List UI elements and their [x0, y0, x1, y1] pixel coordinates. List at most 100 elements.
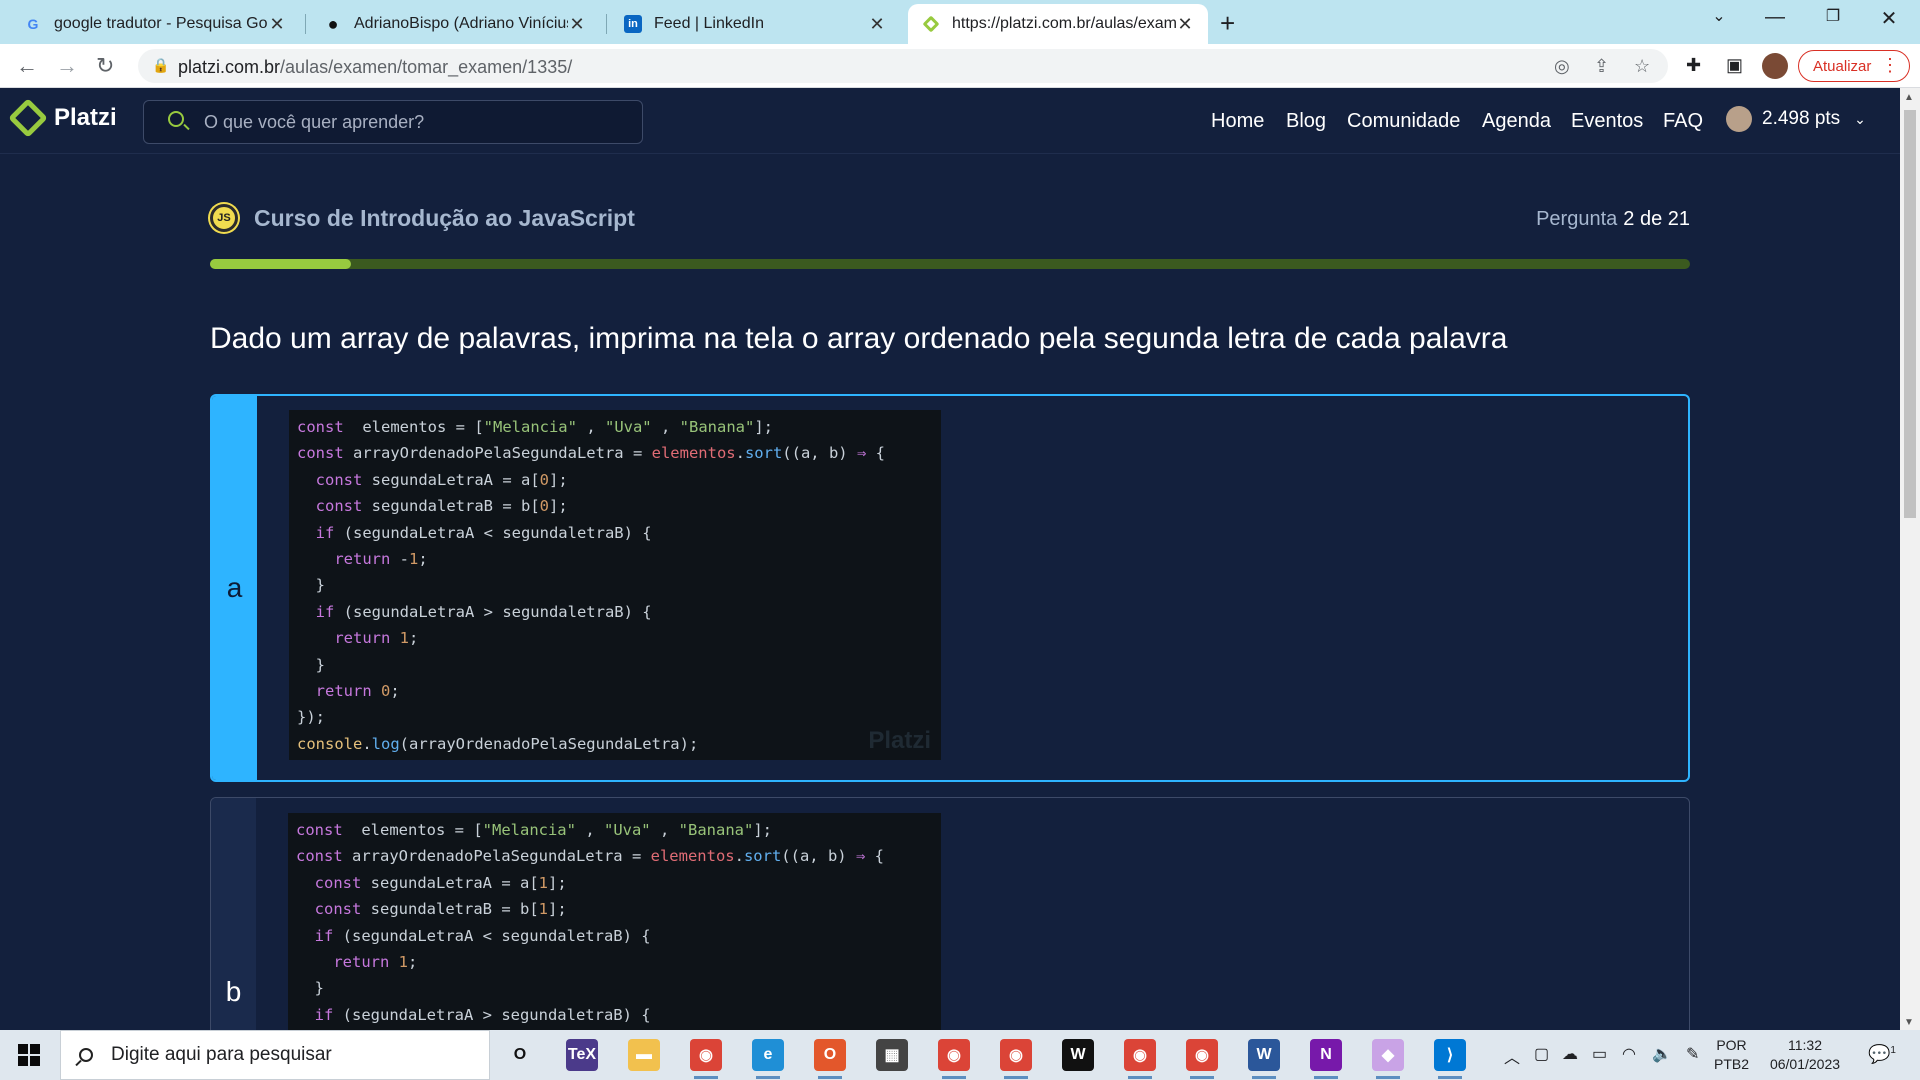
nav-home[interactable]: Home [1211, 110, 1264, 133]
minimize-icon[interactable]: — [1752, 6, 1798, 29]
pen-icon[interactable]: ✎ [1686, 1044, 1699, 1064]
option-letter: b [211, 798, 256, 1056]
onenote-icon[interactable]: N [1310, 1039, 1342, 1079]
bookmark-star-icon[interactable]: ☆ [1634, 56, 1650, 77]
linkedin-icon: in [624, 15, 642, 33]
search-icon [79, 1048, 93, 1062]
browser-tab-active[interactable]: https://platzi.com.br/aulas/exam ✕ [908, 4, 1208, 44]
language-code: POR [1716, 1037, 1747, 1053]
chrome-profile-icon[interactable]: ◉ [1124, 1039, 1156, 1079]
side-panel-icon[interactable]: ▣ [1726, 55, 1743, 76]
share-icon[interactable]: ⇪ [1594, 56, 1609, 77]
nav-agenda[interactable]: Agenda [1482, 110, 1551, 133]
close-window-icon[interactable]: ✕ [1866, 6, 1912, 31]
browser-tab[interactable]: in Feed | LinkedIn ✕ [610, 4, 900, 44]
language-indicator[interactable]: POR PTB2 [1714, 1036, 1749, 1074]
code-line: console.log(arrayOrdenadoPelaSegundaLetr… [297, 734, 699, 753]
wifi-icon[interactable]: ◠ [1622, 1044, 1636, 1064]
calculator-icon[interactable]: ▦ [876, 1039, 908, 1071]
progress-fill [210, 259, 351, 269]
show-hidden-icons[interactable]: ︿ [1504, 1044, 1520, 1068]
wattpad-icon[interactable]: W [1062, 1039, 1094, 1071]
scrollbar-thumb[interactable] [1904, 110, 1916, 518]
platzi-watermark: Platzi [868, 726, 931, 754]
tab-search-icon[interactable]: ⌄ [1696, 6, 1742, 26]
battery-icon[interactable]: ▭ [1592, 1044, 1607, 1064]
answer-option-a[interactable]: a const elementos = ["Melancia" , "Uva" … [210, 394, 1690, 782]
close-tab-icon[interactable]: ✕ [1176, 14, 1194, 35]
nav-eventos[interactable]: Eventos [1571, 110, 1643, 133]
code-line: } [297, 576, 325, 595]
chevron-down-icon: ⌄ [1854, 110, 1866, 127]
code-line: const arrayOrdenadoPelaSegundaLetra = el… [296, 847, 884, 866]
code-line: return 1; [334, 629, 419, 648]
chrome-profile-icon[interactable]: ◉ [1000, 1039, 1032, 1079]
url-field[interactable]: 🔒 platzi.com.br/aulas/examen/tomar_exame… [138, 49, 1668, 83]
extensions-icon[interactable]: ✚ [1686, 55, 1701, 76]
platzi-logo[interactable]: Platzi [8, 98, 117, 138]
word-icon[interactable]: W [1248, 1039, 1280, 1079]
question-counter: Pergunta 2 de 21 [1536, 208, 1690, 231]
system-clock[interactable]: 11:32 06/01/2023 [1765, 1036, 1845, 1074]
meet-now-icon[interactable]: ▢ [1534, 1044, 1549, 1064]
scroll-up-icon[interactable]: ▲ [1904, 92, 1914, 103]
code-line: const segundaLetraA = a[0]; [315, 470, 568, 489]
answer-option-b[interactable]: b const elementos = ["Melancia" , "Uva" … [210, 797, 1690, 1057]
close-tab-icon[interactable]: ✕ [268, 14, 286, 35]
nav-comunidade[interactable]: Comunidade [1347, 110, 1460, 133]
profile-avatar[interactable] [1762, 53, 1788, 79]
tracking-eye-off-icon[interactable]: ◎ [1554, 56, 1570, 77]
page-scrollbar[interactable]: ▲ ▼ [1900, 88, 1920, 1030]
git-kraken-icon[interactable]: ◆ [1372, 1039, 1404, 1079]
restore-icon[interactable]: ❐ [1810, 6, 1856, 26]
browser-tab[interactable]: ● AdrianoBispo (Adriano Vinícius B ✕ [310, 4, 600, 44]
taskbar-search[interactable]: Digite aqui para pesquisar [60, 1030, 490, 1080]
code-line: const elementos = ["Melancia" , "Uva" , … [297, 418, 773, 436]
windows-taskbar: Digite aqui para pesquisar O TeX ▬ ◉ e O ▦ ◉ ◉ W ◉… [0, 1030, 1920, 1080]
clock-date: 06/01/2023 [1769, 1056, 1841, 1072]
notifications-icon[interactable]: 💬1 [1868, 1044, 1896, 1065]
tab-title: google tradutor - Pesquisa Goog [54, 15, 268, 32]
onedrive-icon[interactable]: ☁ [1562, 1044, 1578, 1064]
reload-icon[interactable]: ↻ [96, 53, 114, 79]
search-icon [168, 111, 184, 127]
forward-icon[interactable]: → [56, 53, 78, 79]
update-button[interactable]: Atualizar ⋮ [1798, 50, 1910, 82]
course-header: JS Curso de Introdução ao JavaScript [210, 204, 635, 232]
windows-start-icon[interactable] [18, 1044, 40, 1066]
close-tab-icon[interactable]: ✕ [568, 14, 586, 35]
site-search [143, 100, 643, 144]
code-line: } [296, 979, 324, 998]
user-menu[interactable]: 2.498 pts ⌄ [1726, 106, 1866, 132]
back-icon[interactable]: ← [16, 53, 38, 79]
code-line: return 0; [315, 682, 400, 701]
task-view-icon[interactable]: O [504, 1039, 536, 1071]
nav-blog[interactable]: Blog [1286, 110, 1326, 133]
browser-tab[interactable]: G google tradutor - Pesquisa Goog ✕ [10, 4, 300, 44]
chrome-profile-icon[interactable]: ◉ [938, 1039, 970, 1079]
menu-kebab-icon[interactable]: ⋮ [1881, 55, 1899, 76]
code-line: }); [297, 708, 325, 727]
tab-title: Feed | LinkedIn [654, 15, 765, 32]
office-icon[interactable]: O [814, 1039, 846, 1079]
close-tab-icon[interactable]: ✕ [868, 14, 886, 35]
code-line: const segundaletraB = b[1]; [314, 900, 567, 919]
texstudio-icon[interactable]: TeX [566, 1039, 598, 1071]
chrome-profile-icon[interactable]: ◉ [1186, 1039, 1218, 1079]
chrome-icon[interactable]: ◉ [690, 1039, 722, 1079]
nav-faq[interactable]: FAQ [1663, 110, 1703, 133]
vscode-icon[interactable]: ⟩ [1434, 1039, 1466, 1079]
search-input[interactable] [204, 111, 624, 133]
code-line: const elementos = ["Melancia" , "Uva" , … [296, 821, 772, 839]
counter-label: Pergunta [1536, 208, 1618, 230]
github-icon: ● [327, 13, 339, 34]
scroll-down-icon[interactable]: ▼ [1904, 1017, 1914, 1028]
file-explorer-icon[interactable]: ▬ [628, 1039, 660, 1071]
new-tab-icon[interactable]: + [1220, 8, 1235, 39]
user-avatar [1726, 106, 1752, 132]
counter-value: 2 de 21 [1623, 208, 1690, 230]
edge-icon[interactable]: e [752, 1039, 784, 1079]
tab-title: AdrianoBispo (Adriano Vinícius B [354, 15, 568, 32]
code-line: if (segundaLetraA < segundaletraB) { [314, 926, 651, 945]
volume-icon[interactable]: 🔈 [1652, 1044, 1672, 1064]
